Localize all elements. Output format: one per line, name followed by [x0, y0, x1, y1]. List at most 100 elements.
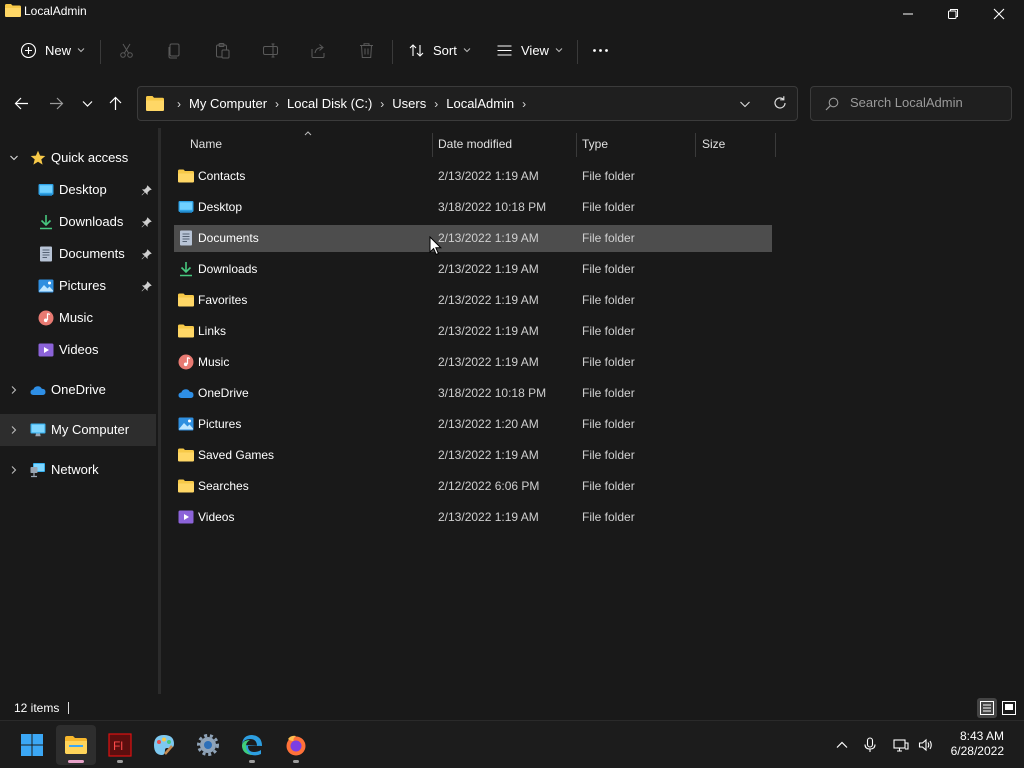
taskbar: Fl 8:43 AM 6/28/2022 [0, 720, 1024, 768]
more-options-button[interactable] [592, 30, 609, 70]
column-name-label: Name [190, 137, 223, 151]
taskbar-paint[interactable] [144, 725, 184, 765]
volume-button[interactable] [916, 735, 936, 755]
breadcrumb-users[interactable]: Users [392, 96, 426, 111]
taskbar-flash[interactable]: Fl [100, 725, 140, 765]
minimize-button[interactable] [885, 0, 931, 28]
paste-icon [215, 42, 229, 58]
sidebar-item-network[interactable]: Network [0, 454, 156, 486]
pane-splitter[interactable] [158, 128, 161, 694]
arrow-left-icon [14, 97, 28, 109]
file-row-downloads[interactable]: Downloads 2/13/2022 1:19 AM File folder [174, 256, 772, 283]
file-row-desktop[interactable]: Desktop 3/18/2022 10:18 PM File folder [174, 194, 772, 221]
column-divider[interactable] [432, 133, 433, 157]
sidebar-label: My Computer [51, 422, 130, 437]
clock-time: 8:43 AM [959, 729, 1004, 743]
cut-button[interactable] [116, 40, 136, 60]
large-icons-view-icon [1002, 701, 1016, 715]
column-name[interactable]: Name [190, 130, 222, 158]
sidebar-item-my-computer[interactable]: My Computer [0, 414, 156, 446]
taskbar-edge[interactable] [232, 725, 272, 765]
column-divider[interactable] [695, 133, 696, 157]
file-row-videos[interactable]: Videos 2/13/2022 1:19 AM File folder [174, 504, 772, 531]
view-button[interactable]: View [496, 30, 563, 70]
search-box[interactable] [810, 86, 1012, 121]
refresh-icon[interactable] [772, 95, 788, 111]
pin-icon[interactable] [141, 249, 152, 260]
videos-icon [38, 343, 54, 357]
column-divider[interactable] [576, 133, 577, 157]
paint-icon [154, 735, 174, 755]
taskbar-firefox[interactable] [276, 725, 316, 765]
copy-button[interactable] [164, 40, 184, 60]
show-hidden-icons-button[interactable] [832, 735, 852, 755]
new-button[interactable]: New [20, 30, 85, 70]
sidebar-item-documents[interactable]: Documents [0, 238, 156, 270]
chevron-down-icon[interactable] [738, 97, 752, 111]
sidebar-label: Music [59, 310, 93, 325]
status-bar: 12 items [0, 698, 1024, 720]
file-row-documents[interactable]: Documents 2/13/2022 1:19 AM File folder [174, 225, 772, 252]
file-row-links[interactable]: Links 2/13/2022 1:19 AM File folder [174, 318, 772, 345]
rename-button[interactable] [260, 40, 280, 60]
delete-button[interactable] [356, 40, 376, 60]
breadcrumb-localadmin[interactable]: LocalAdmin [446, 96, 514, 111]
taskbar-clock[interactable]: 8:43 AM 6/28/2022 [951, 729, 1004, 759]
file-row-saved-games[interactable]: Saved Games 2/13/2022 1:19 AM File folde… [174, 442, 772, 469]
search-input[interactable] [850, 95, 1005, 110]
details-view-icon [980, 701, 994, 715]
address-bar[interactable]: › My Computer › Local Disk (C:) › Users … [137, 86, 798, 121]
pin-icon[interactable] [141, 185, 152, 196]
chevron-down-icon [82, 100, 92, 107]
column-size-label: Size [702, 137, 726, 151]
microphone-button[interactable] [860, 735, 880, 755]
pin-icon[interactable] [141, 217, 152, 228]
file-name: Searches [198, 479, 249, 493]
file-row-music[interactable]: Music 2/13/2022 1:19 AM File folder [174, 349, 772, 376]
add-icon [20, 42, 37, 58]
sidebar-item-music[interactable]: Music [0, 302, 156, 334]
details-view-button[interactable] [977, 698, 997, 718]
file-row-favorites[interactable]: Favorites 2/13/2022 1:19 AM File folder [174, 287, 772, 314]
breadcrumb-local-disk[interactable]: Local Disk (C:) [287, 96, 372, 111]
up-button[interactable] [104, 92, 126, 114]
file-row-contacts[interactable]: Contacts 2/13/2022 1:19 AM File folder [174, 163, 772, 190]
file-row-onedrive[interactable]: OneDrive 3/18/2022 10:18 PM File folder [174, 380, 772, 407]
back-button[interactable] [10, 92, 32, 114]
desktop-icon [38, 184, 54, 196]
tiles-view-button[interactable] [999, 698, 1019, 718]
start-button[interactable] [12, 725, 52, 765]
sort-button[interactable]: Sort [408, 30, 471, 70]
breadcrumb-my-computer[interactable]: My Computer [189, 96, 267, 111]
taskbar-settings[interactable] [188, 725, 228, 765]
file-type: File folder [582, 324, 635, 338]
share-button[interactable] [308, 40, 328, 60]
paste-button[interactable] [212, 40, 232, 60]
file-row-searches[interactable]: Searches 2/12/2022 6:06 PM File folder [174, 473, 772, 500]
column-date-modified[interactable]: Date modified [438, 130, 512, 158]
chevron-down-icon [10, 155, 18, 161]
sidebar-item-downloads[interactable]: Downloads [0, 206, 156, 238]
column-divider[interactable] [775, 133, 776, 157]
pin-icon[interactable] [141, 281, 152, 292]
share-icon [311, 43, 324, 58]
close-button[interactable] [976, 0, 1022, 28]
arrow-right-icon [49, 97, 63, 109]
forward-button[interactable] [45, 92, 67, 114]
file-date: 3/18/2022 10:18 PM [438, 386, 547, 400]
sidebar-item-pictures[interactable]: Pictures [0, 270, 156, 302]
rename-icon [262, 43, 278, 57]
restore-button[interactable] [930, 0, 976, 28]
file-row-pictures[interactable]: Pictures 2/13/2022 1:20 AM File folder [174, 411, 772, 438]
settings-icon [197, 734, 219, 756]
column-size[interactable]: Size [702, 130, 725, 158]
column-type[interactable]: Type [582, 130, 608, 158]
recent-locations-button[interactable] [76, 92, 98, 114]
sidebar-item-onedrive[interactable]: OneDrive [0, 374, 156, 406]
sidebar-item-videos[interactable]: Videos [0, 334, 156, 366]
file-explorer-icon [65, 736, 87, 754]
sidebar-item-quick-access[interactable]: Quick access [0, 142, 156, 174]
taskbar-file-explorer[interactable] [56, 725, 96, 765]
sidebar-item-desktop[interactable]: Desktop [0, 174, 156, 206]
network-status-button[interactable] [891, 735, 911, 755]
